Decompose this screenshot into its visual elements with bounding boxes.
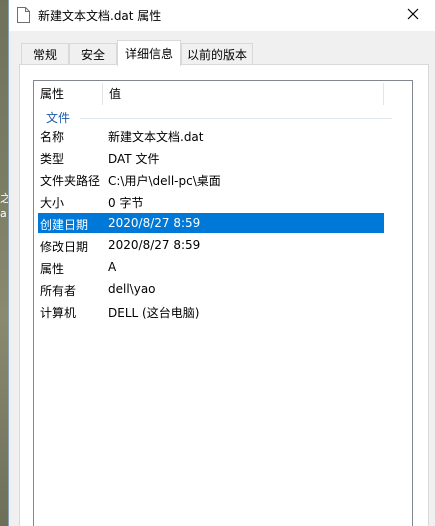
- document-icon: [17, 7, 30, 23]
- property-name: 类型: [40, 152, 65, 166]
- property-value: C:\用户\dell-pc\桌面: [108, 174, 221, 188]
- column-header-property[interactable]: 属性: [34, 81, 102, 107]
- list-item[interactable]: 名称 新建文本文档.dat: [38, 125, 384, 145]
- list-item[interactable]: 所有者 dell\yao: [38, 279, 384, 299]
- group-divider: [80, 118, 392, 119]
- window-title: 新建文本文档.dat 属性: [38, 9, 162, 23]
- column-header-value[interactable]: 值: [103, 81, 383, 107]
- list-item[interactable]: 计算机 DELL (这台电脑): [38, 301, 384, 321]
- properties-dialog: 新建文本文档.dat 属性 常规 安全 详细信息 以前的版本 属性 值 文件 名…: [8, 0, 435, 526]
- tab-previous-versions[interactable]: 以前的版本: [181, 43, 253, 65]
- list-header: 属性 值: [34, 81, 412, 107]
- properties-list[interactable]: 属性 值 文件 名称 新建文本文档.dat 类型 DAT 文件 文件夹路径 C:…: [33, 80, 413, 526]
- property-name: 创建日期: [40, 218, 89, 232]
- property-name: 文件夹路径: [40, 174, 101, 188]
- property-value: dell\yao: [108, 282, 156, 296]
- tab-details[interactable]: 详细信息: [117, 40, 181, 66]
- tab-label: 详细信息: [124, 47, 173, 61]
- property-value: 0 字节: [108, 196, 144, 210]
- tab-label: 以前的版本: [186, 48, 247, 62]
- column-divider[interactable]: [383, 83, 384, 105]
- property-value: 新建文本文档.dat: [108, 130, 204, 144]
- close-icon: [407, 8, 419, 23]
- details-panel: 属性 值 文件 名称 新建文本文档.dat 类型 DAT 文件 文件夹路径 C:…: [19, 64, 429, 526]
- tab-general[interactable]: 常规: [21, 43, 69, 65]
- property-value: 2020/8/27 8:59: [108, 216, 201, 230]
- property-value: 2020/8/27 8:59: [108, 238, 201, 252]
- close-button[interactable]: [390, 0, 435, 31]
- list-item-selected[interactable]: 创建日期 2020/8/27 8:59: [38, 213, 384, 233]
- property-name: 所有者: [40, 284, 77, 298]
- property-name: 名称: [40, 130, 65, 144]
- list-item[interactable]: 修改日期 2020/8/27 8:59: [38, 235, 384, 255]
- tab-strip: 常规 安全 详细信息 以前的版本: [19, 40, 429, 66]
- property-name: 计算机: [40, 306, 77, 320]
- property-value: DAT 文件: [108, 152, 160, 166]
- property-value: DELL (这台电脑): [108, 306, 200, 320]
- property-name: 修改日期: [40, 240, 89, 254]
- tab-label: 安全: [80, 48, 105, 62]
- group-header-file: 文件: [46, 111, 71, 125]
- property-name: 大小: [40, 196, 65, 210]
- list-item[interactable]: 类型 DAT 文件: [38, 147, 384, 167]
- property-value: A: [108, 260, 117, 274]
- list-item[interactable]: 属性 A: [38, 257, 384, 277]
- property-name: 属性: [40, 262, 65, 276]
- list-item[interactable]: 大小 0 字节: [38, 191, 384, 211]
- list-item[interactable]: 文件夹路径 C:\用户\dell-pc\桌面: [38, 169, 384, 189]
- title-bar[interactable]: 新建文本文档.dat 属性: [9, 0, 435, 31]
- tab-security[interactable]: 安全: [69, 43, 117, 65]
- tab-label: 常规: [32, 48, 57, 62]
